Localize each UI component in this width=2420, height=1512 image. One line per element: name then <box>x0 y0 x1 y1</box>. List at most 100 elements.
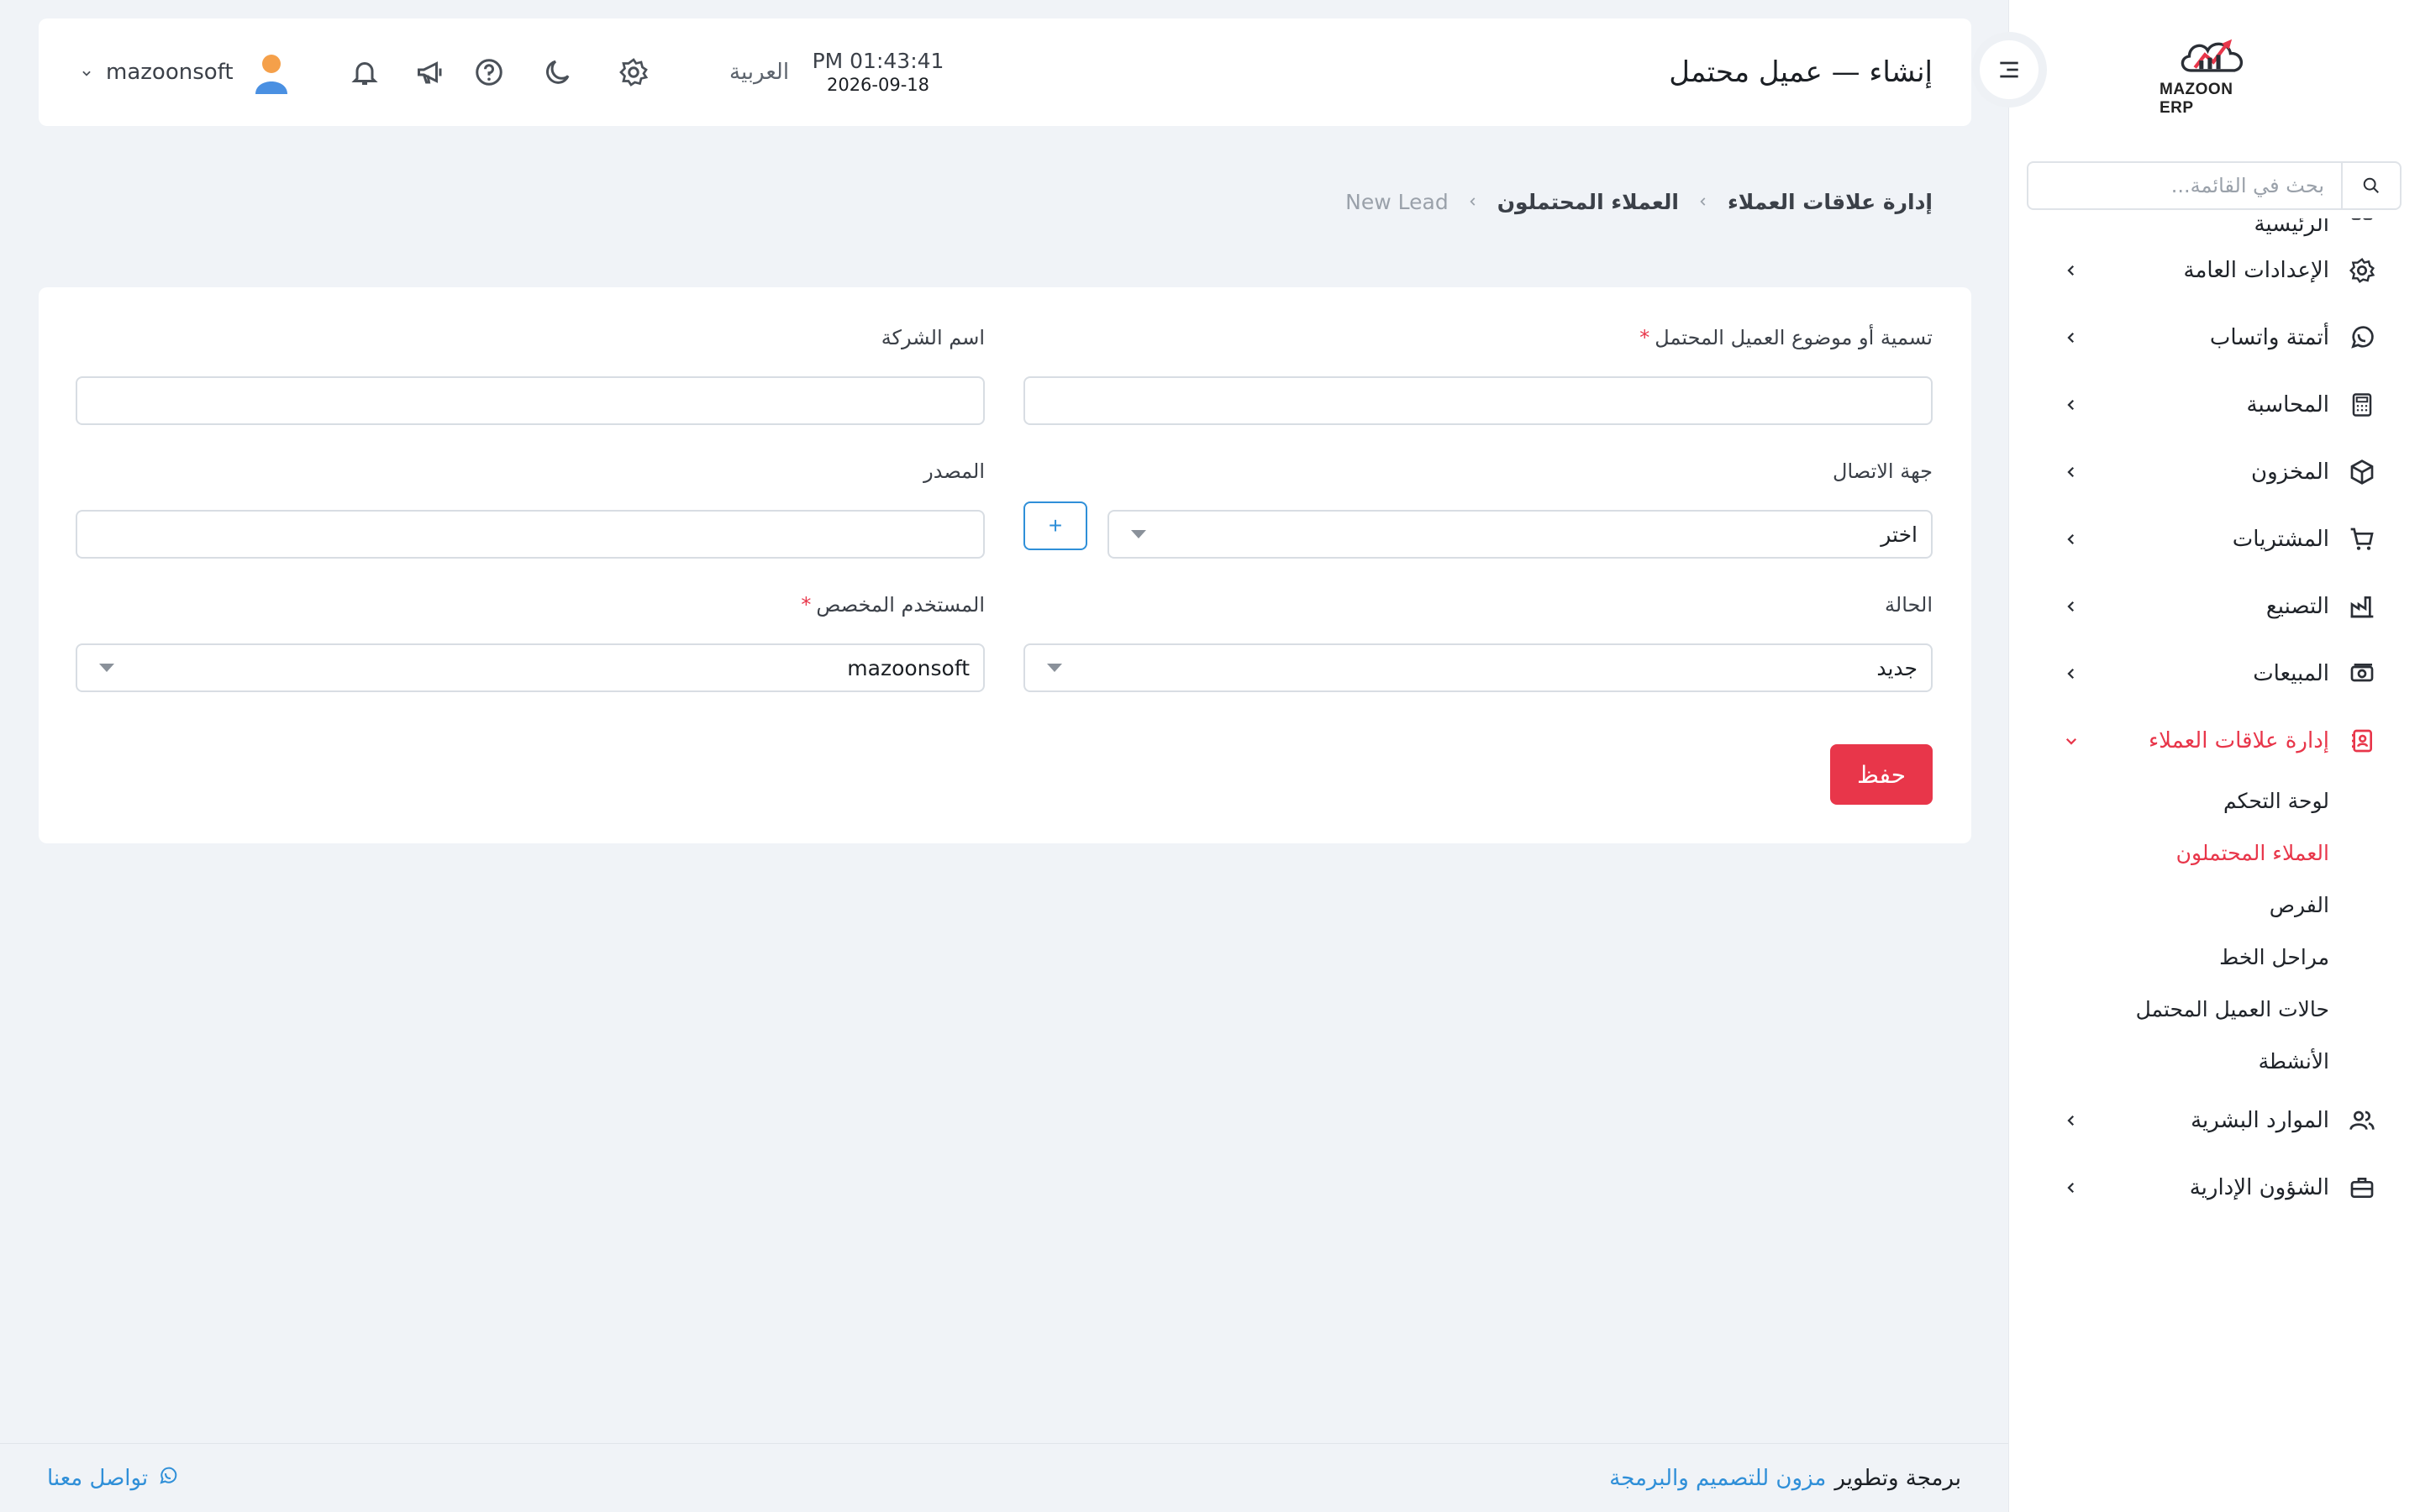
sidebar-item-label: المحاسبة <box>2246 392 2329 417</box>
sidebar-item-home[interactable]: الرئيسية <box>2008 218 2420 237</box>
sidebar-item-accounting[interactable]: المحاسبة <box>2008 371 2420 438</box>
sidebar-search-input[interactable] <box>2028 163 2341 208</box>
footer: برمجة وتطوير مزون للتصميم والبرمجة تواصل… <box>0 1443 2008 1512</box>
save-button[interactable]: حفظ <box>1830 744 1933 805</box>
sidebar-item-hr[interactable]: الموارد البشرية <box>2008 1087 2420 1154</box>
lead-title-field: تسمية أو موضوع العميل المحتمل* <box>1023 326 1933 425</box>
clock-time: PM 01:43:41 <box>812 49 944 73</box>
sidebar-item-label: الموارد البشرية <box>2191 1108 2329 1133</box>
avatar[interactable] <box>249 50 294 96</box>
clock-date: 2026-09-18 <box>826 75 930 95</box>
sidebar-toggle-button[interactable] <box>1971 32 2047 108</box>
chevron-left-icon <box>2059 392 2084 417</box>
assigned-user-select[interactable]: mazoonsoft <box>76 643 985 692</box>
users-icon <box>2346 1105 2378 1137</box>
search-icon[interactable] <box>2341 163 2400 208</box>
sidebar-menu: الرئيسية الإعدادات العامة أتمتة واتساب ا… <box>2008 218 2420 1226</box>
sidebar-search <box>2027 161 2402 210</box>
contact-select-value: اختر <box>1881 522 1918 547</box>
status-select[interactable]: جديد <box>1023 643 1933 692</box>
box-icon <box>2346 456 2378 488</box>
caret-down-icon <box>99 664 114 672</box>
chevron-left-icon <box>2059 527 2084 552</box>
source-field: المصدر <box>76 459 985 559</box>
sidebar-item-admin-affairs[interactable]: الشؤون الإدارية <box>2008 1154 2420 1221</box>
submenu-item-leads[interactable]: العملاء المحتملون <box>2008 827 2329 879</box>
submenu-item-pipeline-stages[interactable]: مراحل الخط <box>2008 931 2329 983</box>
top-header: إنشاء — عميل محتمل PM 01:43:41 2026-09-1… <box>39 18 1971 126</box>
submenu-item-dashboard[interactable]: لوحة التحكم <box>2008 774 2329 827</box>
sidebar-item-label: المبيعات <box>2253 661 2329 686</box>
language-switcher[interactable]: العربية <box>729 18 789 126</box>
menu-lines-icon <box>2000 61 2018 78</box>
assigned-user-label: المستخدم المخصص* <box>801 593 985 617</box>
moon-icon[interactable] <box>541 55 575 89</box>
lead-form-card: تسمية أو موضوع العميل المحتمل* اسم الشرك… <box>39 287 1971 843</box>
status-select-value: جديد <box>1876 655 1918 680</box>
sidebar-item-label: التصنيع <box>2265 594 2329 619</box>
source-input[interactable] <box>76 510 985 559</box>
help-icon[interactable] <box>472 55 506 89</box>
sidebar-item-whatsapp[interactable]: أتمتة واتساب <box>2008 304 2420 371</box>
username: mazoonsoft <box>106 60 234 85</box>
chevron-down-icon <box>2059 728 2084 753</box>
sidebar-item-label: الشؤون الإدارية <box>2189 1175 2329 1200</box>
sidebar-item-sales[interactable]: المبيعات <box>2008 640 2420 707</box>
sidebar-item-inventory[interactable]: المخزون <box>2008 438 2420 506</box>
user-menu[interactable]: mazoonsoft <box>81 18 234 126</box>
breadcrumb-crm[interactable]: إدارة علاقات العملاء <box>1728 190 1933 214</box>
footer-credit-text: برمجة وتطوير <box>1834 1466 1961 1491</box>
megaphone-icon[interactable] <box>413 55 447 89</box>
company-input[interactable] <box>76 376 985 425</box>
contacts-icon <box>2346 725 2378 757</box>
chevron-left-icon <box>2059 594 2084 619</box>
cash-icon <box>2346 658 2378 690</box>
breadcrumb-leads[interactable]: العملاء المحتملون <box>1497 190 1679 214</box>
chevron-left-icon <box>2059 1108 2084 1133</box>
chevron-left-icon <box>2059 459 2084 485</box>
brand-name: MAZOON ERP <box>2160 81 2233 117</box>
breadcrumb: إدارة علاقات العملاء العملاء المحتملون N… <box>1345 190 1933 214</box>
caret-down-icon <box>1047 664 1062 672</box>
caret-down-icon <box>1131 530 1146 538</box>
contact-select[interactable]: اختر <box>1107 510 1933 559</box>
contact-field: جهة الاتصال اختر <box>1107 459 1933 559</box>
sidebar-item-manufacturing[interactable]: التصنيع <box>2008 573 2420 640</box>
source-label: المصدر <box>923 459 985 483</box>
submenu-item-activities[interactable]: الأنشطة <box>2008 1035 2329 1087</box>
footer-credit-link[interactable]: مزون للتصميم والبرمجة <box>1609 1466 1826 1491</box>
sidebar-item-settings[interactable]: الإعدادات العامة <box>2008 237 2420 304</box>
chevron-left-icon <box>2059 1175 2084 1200</box>
chevron-left-icon <box>1467 192 1479 213</box>
brand-logo[interactable]: MAZOON ERP <box>2160 34 2269 118</box>
contact-us-link[interactable]: تواصل معنا <box>47 1444 178 1512</box>
contact-us-label: تواصل معنا <box>47 1466 149 1491</box>
calculator-icon <box>2346 389 2378 421</box>
gear-icon <box>2346 255 2378 286</box>
home-icon <box>2346 218 2378 237</box>
chevron-left-icon <box>2059 661 2084 686</box>
company-label: اسم الشركة <box>881 326 985 349</box>
submenu-item-lead-statuses[interactable]: حالات العميل المحتمل <box>2008 983 2329 1035</box>
gear-icon[interactable] <box>617 55 650 89</box>
breadcrumb-current: New Lead <box>1345 190 1449 214</box>
chevron-left-icon <box>1697 192 1709 213</box>
add-contact-button[interactable]: + <box>1023 501 1087 550</box>
lead-title-input[interactable] <box>1023 376 1933 425</box>
company-field: اسم الشركة <box>76 326 985 425</box>
submenu-item-opportunities[interactable]: الفرص <box>2008 879 2329 931</box>
page-title: إنشاء — عميل محتمل <box>1669 55 1933 89</box>
sidebar-item-label: الإعدادات العامة <box>2183 258 2329 283</box>
bell-icon[interactable] <box>348 55 381 89</box>
factory-icon <box>2346 591 2378 622</box>
chevron-left-icon <box>2059 325 2084 350</box>
assigned-user-value: mazoonsoft <box>847 655 970 680</box>
sidebar-item-label: المشتريات <box>2232 527 2329 552</box>
header-clock: PM 01:43:41 2026-09-18 <box>798 49 958 95</box>
sidebar-item-crm[interactable]: إدارة علاقات العملاء <box>2008 707 2420 774</box>
sidebar: MAZOON ERP الرئيسية الإعدادات العامة أتم… <box>2008 0 2420 1512</box>
sidebar-item-purchases[interactable]: المشتريات <box>2008 506 2420 573</box>
chevron-down-icon <box>81 60 92 85</box>
mazoon-logo-icon <box>2181 39 2244 72</box>
sidebar-item-label: أتمتة واتساب <box>2209 325 2329 350</box>
